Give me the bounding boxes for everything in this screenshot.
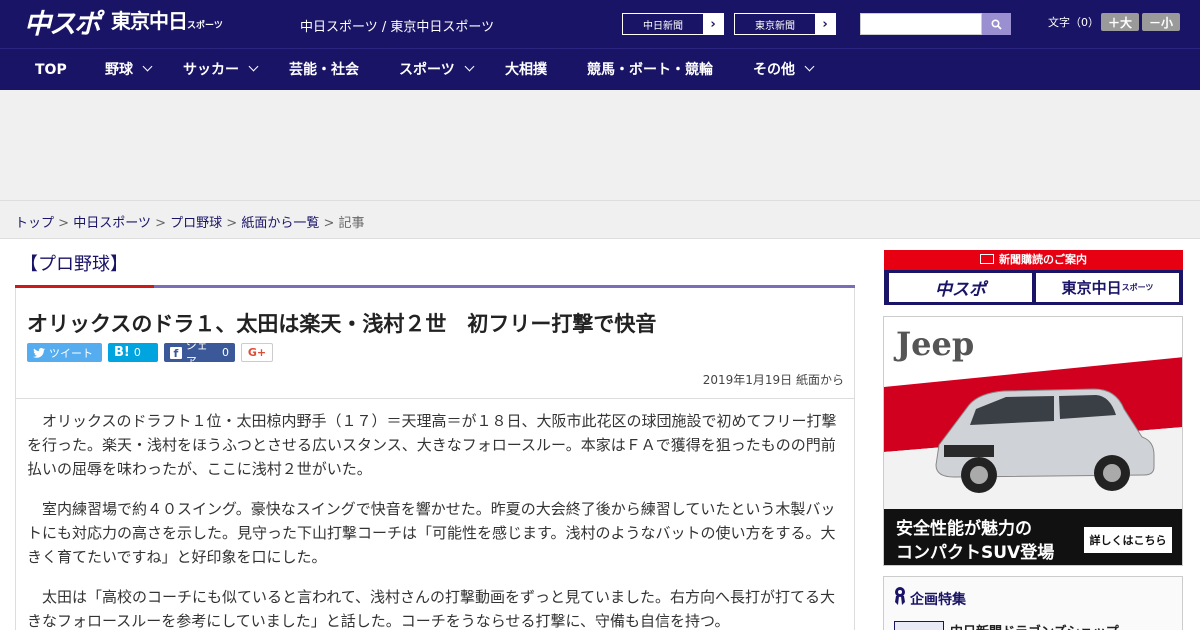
tokyo-shimbun-link[interactable]: 東京新聞 ›: [734, 13, 836, 35]
article-paragraph: オリックスのドラフト１位・太田椋内野手（１７）＝天理高＝が１８日、大阪市此花区の…: [27, 412, 837, 478]
breadcrumb: トップ > 中日スポーツ > プロ野球 > 紙面から一覧 > 記事: [15, 216, 365, 231]
logo-main: 中スポ: [24, 9, 101, 40]
chevron-down-icon: [248, 61, 259, 72]
chevron-down-icon: [142, 61, 153, 72]
breadcrumb-item-top[interactable]: トップ: [15, 216, 54, 231]
article-body-divider: [16, 398, 854, 399]
ad-headline-line1: 安全性能が魅力の: [896, 519, 1032, 539]
breadcrumb-current: 記事: [338, 216, 365, 231]
text-size-decrease-button[interactable]: －小: [1142, 13, 1180, 31]
nav-item-soccer[interactable]: サッカー: [183, 49, 259, 91]
breadcrumb-item-chunichi-sports[interactable]: 中日スポーツ: [73, 216, 151, 231]
subscription-banner[interactable]: 新聞購読のご案内 中スポ 東京中日 スポーツ: [884, 250, 1183, 305]
newspaper-icon: [980, 254, 994, 264]
subscription-tokyo-chunichi[interactable]: 東京中日 スポーツ: [1036, 273, 1179, 302]
chevron-down-icon: [464, 61, 475, 72]
text-size-label: 文字（0）: [1048, 16, 1099, 29]
article-date: 2019年1月19日 紙面から: [702, 373, 844, 387]
twitter-share-button[interactable]: ツイート: [27, 343, 102, 362]
logo-sub: 東京中日スポーツ: [111, 9, 223, 33]
nav-item-sports[interactable]: スポーツ: [399, 49, 475, 91]
main-nav: TOP 野球 サッカー 芸能・社会 スポーツ 大相撲 競馬・ボート・競輪 その他: [0, 48, 1200, 90]
facebook-share-button[interactable]: f シェア 0: [164, 339, 235, 368]
breadcrumb-item-pro-baseball[interactable]: プロ野球: [170, 216, 222, 231]
search-icon: [991, 18, 1002, 30]
article-paragraph: 太田は「高校のコーチにも似ていると言われて、浅村さんの打撃動画をずっと見ていまし…: [27, 588, 836, 630]
nav-item-other[interactable]: その他: [753, 49, 815, 91]
nav-item-top[interactable]: TOP: [35, 49, 67, 91]
site-links[interactable]: 中日スポーツ / 東京中日スポーツ: [300, 16, 494, 35]
chevron-right-icon: ›: [703, 14, 723, 34]
search-button[interactable]: [982, 13, 1011, 35]
nav-item-racing[interactable]: 競馬・ボート・競輪: [587, 49, 713, 91]
google-plus-share-button[interactable]: G+: [241, 343, 273, 362]
article-headline: オリックスのドラ１、太田は楽天・浅村２世 初フリー打撃で快音: [27, 312, 657, 336]
nav-item-baseball[interactable]: 野球: [105, 49, 153, 91]
breadcrumb-item-print-list[interactable]: 紙面から一覧: [241, 216, 319, 231]
site-logo[interactable]: 中スポ 東京中日スポーツ: [24, 8, 223, 40]
chevron-right-icon: ›: [815, 14, 835, 34]
hatena-icon: B!: [114, 345, 130, 360]
article: オリックスのドラ１、太田は楽天・浅村２世 初フリー打撃で快音 ツイート B! 0…: [15, 288, 855, 630]
nav-item-sumo[interactable]: 大相撲: [505, 49, 547, 91]
jeep-logo: Jeep: [896, 325, 975, 363]
site-header: 中スポ 東京中日スポーツ 中日スポーツ / 東京中日スポーツ 中日新聞 › 東京…: [0, 0, 1200, 48]
share-buttons: ツイート B! 0 f シェア 0 G+: [27, 339, 273, 368]
chunichi-shimbun-link[interactable]: 中日新聞 ›: [622, 13, 724, 35]
ad-space: [0, 90, 1200, 200]
twitter-icon: [33, 347, 45, 358]
nav-item-entertainment[interactable]: 芸能・社会: [289, 49, 359, 91]
subscription-title: 新聞購読のご案内: [884, 250, 1183, 270]
search-input[interactable]: [860, 13, 982, 35]
section-title: 【プロ野球】: [20, 254, 128, 275]
article-paragraph: 室内練習場で約４０スイング。豪快なスイングで快音を響かせた。昨夏の大会終了後から…: [27, 500, 836, 566]
ad-details-button[interactable]: 詳しくはこちら: [1084, 527, 1172, 553]
feature-panel: 企画特集 中日新聞ドラゴンズショップ: [883, 576, 1183, 630]
breadcrumb-bar: トップ > 中日スポーツ > プロ野球 > 紙面から一覧 > 記事: [0, 200, 1200, 239]
feature-item-link[interactable]: 中日新聞ドラゴンズショップ: [950, 621, 1119, 630]
feature-title: 企画特集: [910, 592, 966, 608]
hatena-bookmark-button[interactable]: B! 0: [108, 343, 158, 362]
jeep-advertisement[interactable]: Jeep 安全性能が魅力の コンパクトSUV登場 詳しくはこちら: [883, 316, 1183, 566]
ad-headline-line2: コンパクトSUV登場: [896, 543, 1055, 563]
text-size-increase-button[interactable]: ＋大: [1101, 13, 1139, 31]
subscription-chuspo[interactable]: 中スポ: [889, 273, 1032, 302]
chevron-down-icon: [804, 61, 815, 72]
facebook-icon: f: [170, 346, 182, 360]
feature-thumbnail[interactable]: [894, 621, 944, 630]
ribbon-icon: [895, 587, 905, 605]
